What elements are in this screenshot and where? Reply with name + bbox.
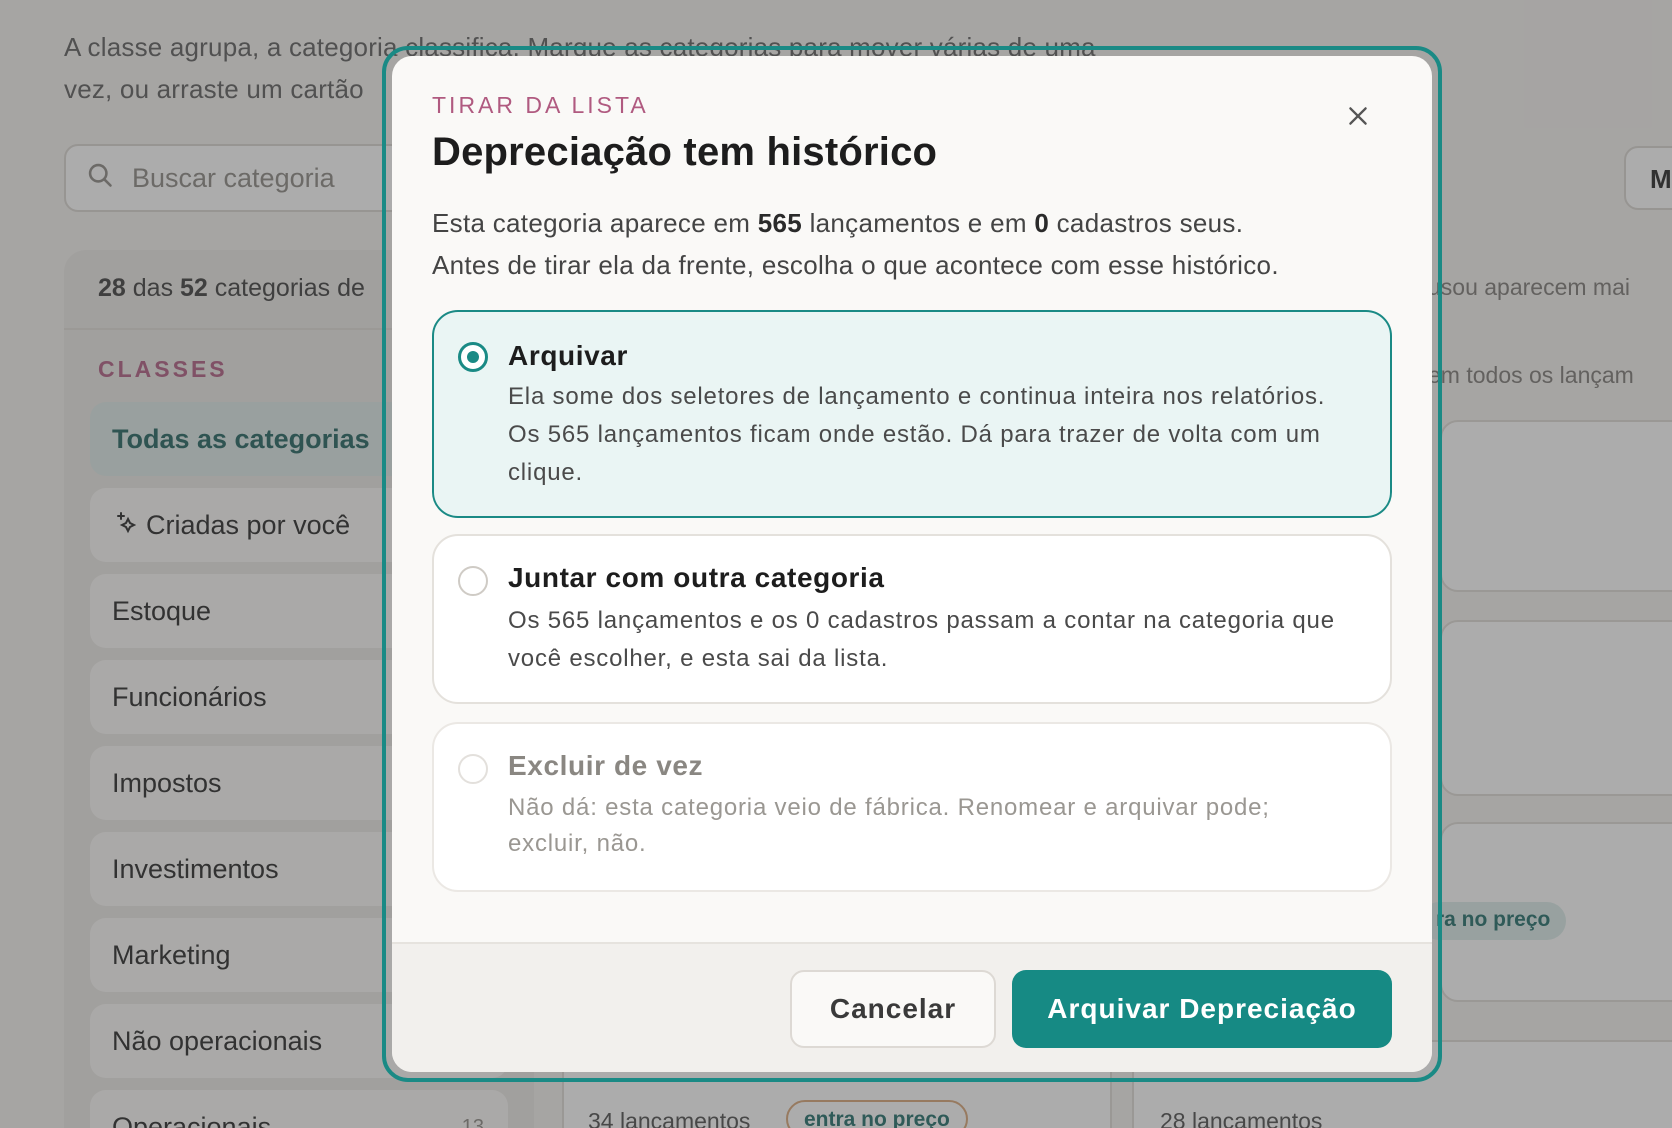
option-delete: Excluir de vez Não dá: esta categoria ve… [432,722,1392,892]
remove-category-dialog: TIRAR DA LISTA Depreciação tem histórico… [392,56,1432,1072]
option-body: Não dá: esta categoria veio de fábrica. … [508,794,1270,857]
option-title: Juntar com outra categoria [508,562,885,593]
records-count: 0 [1034,208,1050,238]
option-body: Os 565 lançamentos e os 0 cadastros pass… [508,607,1335,672]
dialog-footer: Cancelar Arquivar Depreciação [392,942,1432,1072]
option-merge[interactable]: Juntar com outra categoria Os 565 lançam… [432,534,1392,704]
option-title: Arquivar [508,340,628,371]
cancel-button[interactable]: Cancelar [790,970,996,1048]
dialog-description: Esta categoria aparece em 565 lançamento… [432,208,1279,280]
entries-count: 565 [757,208,803,238]
radio-archive[interactable] [458,342,488,372]
option-body: Ela some dos seletores de lançamento e c… [508,383,1326,486]
radio-delete [458,754,488,784]
archive-button[interactable]: Arquivar Depreciação [1012,970,1392,1048]
radio-merge[interactable] [458,566,488,596]
close-button[interactable] [1340,100,1376,136]
dialog-eyebrow: TIRAR DA LISTA [432,92,649,118]
option-title: Excluir de vez [508,750,704,781]
close-icon [1345,103,1371,134]
option-archive[interactable]: Arquivar Ela some dos seletores de lança… [432,310,1392,518]
dialog-title: Depreciação tem histórico [432,130,938,174]
